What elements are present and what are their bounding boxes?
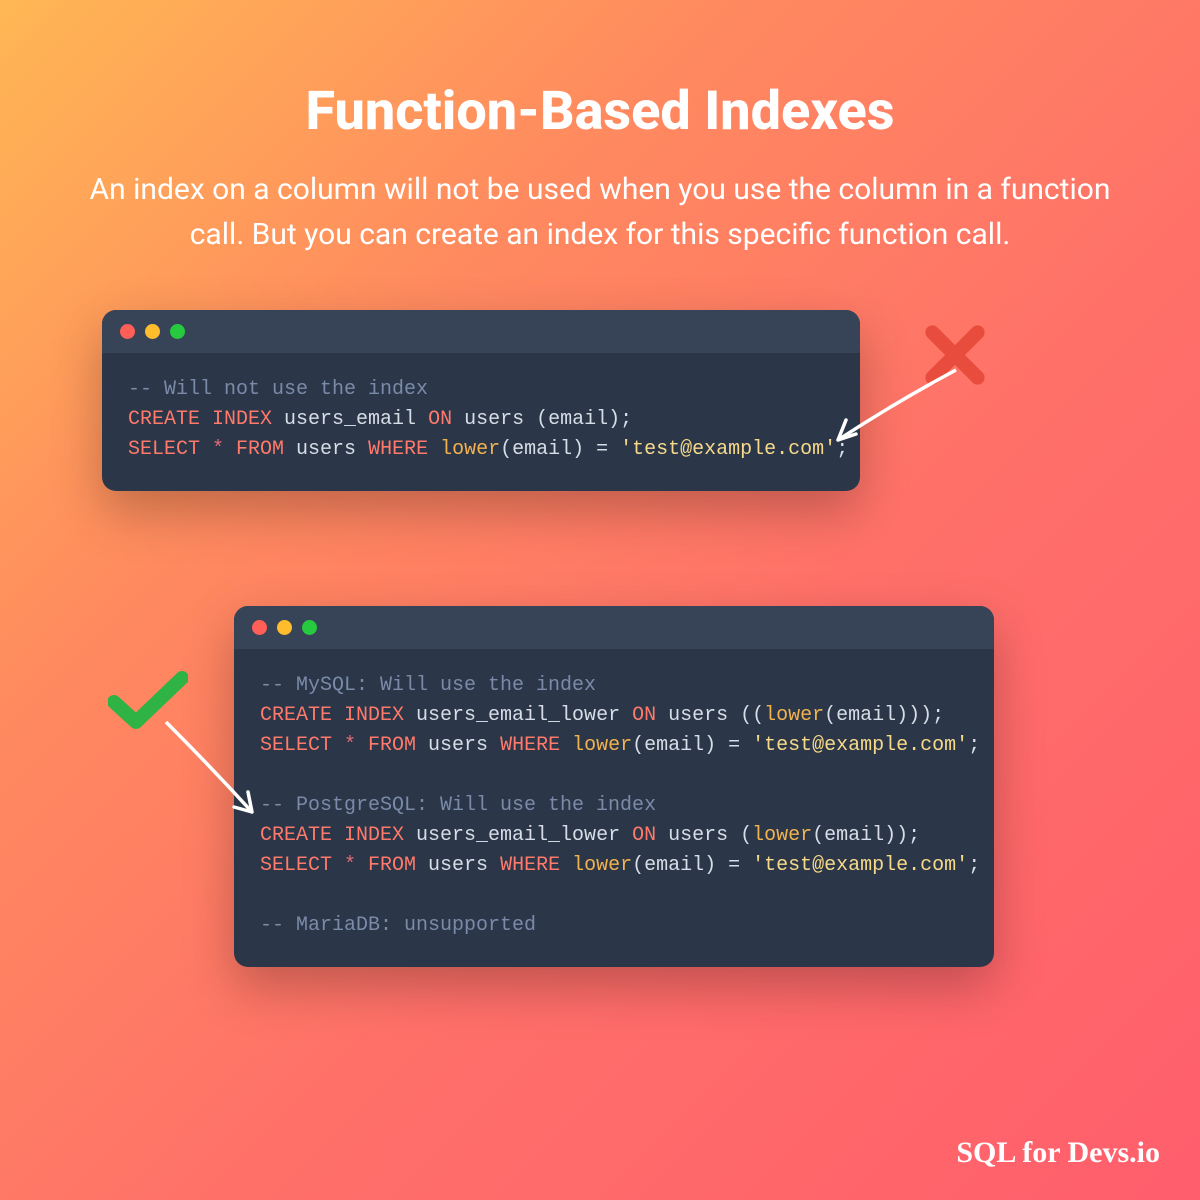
txt: users_email [272, 408, 428, 431]
traffic-light-green-icon [170, 324, 185, 339]
txt: (email) = [500, 438, 620, 461]
window-bar [234, 606, 994, 649]
kw: SELECT [260, 854, 332, 877]
page-title: Function-Based Indexes [60, 80, 1140, 143]
txt [560, 854, 572, 877]
kw: ON [428, 408, 452, 431]
txt: users [416, 854, 500, 877]
kw: FROM [236, 438, 284, 461]
code-comment: -- MySQL: Will use the index [260, 674, 596, 697]
kw: SELECT [128, 438, 200, 461]
txt: users [416, 734, 500, 757]
txt: users [284, 438, 368, 461]
traffic-light-yellow-icon [145, 324, 160, 339]
code-comment: -- Will not use the index [128, 378, 428, 401]
txt: (email) = [632, 854, 752, 877]
traffic-light-red-icon [120, 324, 135, 339]
txt [428, 438, 440, 461]
txt [560, 734, 572, 757]
kw: WHERE [500, 734, 560, 757]
fn: lower [752, 824, 812, 847]
txt: * [200, 438, 236, 461]
kw: CREATE INDEX [128, 408, 272, 431]
txt: users ( [656, 824, 752, 847]
txt: * [332, 734, 368, 757]
arrow-icon [826, 362, 966, 452]
code-window-good: -- MySQL: Will use the index CREATE INDE… [234, 606, 994, 967]
kw: WHERE [500, 854, 560, 877]
txt: (email))); [824, 704, 944, 727]
kw: FROM [368, 734, 416, 757]
fn: lower [764, 704, 824, 727]
txt: users (( [656, 704, 764, 727]
kw: FROM [368, 854, 416, 877]
txt: ; [968, 734, 980, 757]
code-comment: -- MariaDB: unsupported [260, 914, 536, 937]
txt: * [332, 854, 368, 877]
kw: WHERE [368, 438, 428, 461]
kw: ON [632, 704, 656, 727]
fn: lower [572, 734, 632, 757]
code-body: -- MySQL: Will use the index CREATE INDE… [234, 649, 994, 967]
code-window-bad: -- Will not use the index CREATE INDEX u… [102, 310, 860, 491]
arrow-icon [156, 712, 266, 822]
traffic-light-green-icon [302, 620, 317, 635]
traffic-light-yellow-icon [277, 620, 292, 635]
txt: ; [968, 854, 980, 877]
page-subtitle: An index on a column will not be used wh… [70, 167, 1130, 257]
kw: SELECT [260, 734, 332, 757]
fn: lower [572, 854, 632, 877]
str: 'test@example.com' [752, 734, 968, 757]
str: 'test@example.com' [752, 854, 968, 877]
kw: CREATE INDEX [260, 824, 404, 847]
window-bar [102, 310, 860, 353]
code-body: -- Will not use the index CREATE INDEX u… [102, 353, 860, 491]
txt: (email) = [632, 734, 752, 757]
txt: users (email); [452, 408, 632, 431]
traffic-light-red-icon [252, 620, 267, 635]
txt: (email)); [812, 824, 920, 847]
kw: CREATE INDEX [260, 704, 404, 727]
str: 'test@example.com' [620, 438, 836, 461]
txt: users_email_lower [404, 704, 632, 727]
kw: ON [632, 824, 656, 847]
fn: lower [440, 438, 500, 461]
txt: users_email_lower [404, 824, 632, 847]
footer-brand: SQL for Devs.io [956, 1136, 1160, 1170]
code-comment: -- PostgreSQL: Will use the index [260, 794, 656, 817]
